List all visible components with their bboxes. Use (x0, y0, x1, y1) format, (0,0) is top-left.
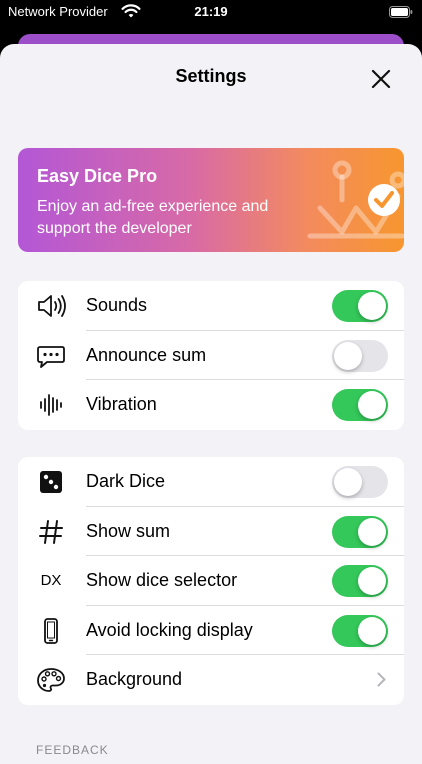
waveform-icon (40, 394, 62, 416)
settings-row-label: Background (86, 669, 183, 689)
settings-row-announce-sum[interactable]: Announce sum (18, 331, 404, 380)
settings-row-show-dice-selector[interactable]: DX Show dice selector (18, 556, 404, 606)
clock: 21:19 (194, 4, 228, 19)
page-title: Settings (175, 66, 247, 86)
dx-icon: DX (40, 572, 62, 589)
promo-title: Easy Dice Pro (37, 166, 158, 186)
sound-settings-group: Sounds Announce sum Vibration (18, 281, 404, 430)
show-sum-toggle[interactable] (332, 515, 388, 548)
settings-row-show-sum[interactable]: Show sum (18, 507, 404, 556)
speech-bubble-icon (37, 345, 65, 368)
settings-row-avoid-locking-display[interactable]: Avoid locking display (18, 606, 404, 655)
show-dice-selector-toggle[interactable] (332, 565, 388, 597)
announce-sum-toggle[interactable] (332, 339, 388, 372)
chevron-right-icon (377, 672, 386, 687)
display-settings-group: Dark Dice Show sum DX Show dice selector (18, 457, 404, 705)
settings-row-background[interactable]: Background (18, 655, 404, 705)
dark-dice-toggle[interactable] (332, 466, 388, 498)
settings-row-label: Show dice selector (86, 570, 238, 590)
pro-upgrade-banner[interactable]: Easy Dice Pro Enjoy an ad-free experienc… (18, 148, 404, 252)
palette-icon (37, 668, 65, 692)
vibration-toggle[interactable] (332, 389, 388, 421)
crown-check-icon (307, 160, 404, 239)
settings-row-label: Vibration (86, 394, 157, 414)
battery-icon (389, 6, 413, 18)
promo-subtitle: Enjoy an ad-free experience and support … (37, 198, 269, 237)
settings-row-label: Avoid locking display (86, 619, 253, 640)
hash-icon (39, 519, 63, 544)
section-header-feedback: FEEDBACK (36, 743, 109, 757)
sounds-toggle[interactable] (332, 290, 388, 322)
settings-sheet: Settings Easy Dice Pro Enjoy an ad-free … (0, 44, 422, 764)
settings-row-label: Announce sum (86, 344, 207, 365)
settings-row-dark-dice[interactable]: Dark Dice (18, 457, 404, 507)
settings-row-label: Sounds (86, 295, 148, 315)
settings-row-vibration[interactable]: Vibration (18, 380, 404, 430)
speaker-icon (38, 295, 66, 317)
settings-row-sounds[interactable]: Sounds (18, 281, 404, 331)
phone-icon (44, 617, 58, 644)
settings-row-label: Show sum (86, 520, 171, 541)
status-bar: Network Provider 21:19 (0, 0, 422, 26)
close-icon[interactable] (366, 64, 396, 94)
settings-row-label: Dark Dice (86, 471, 166, 491)
dice-icon (40, 471, 62, 493)
avoid-locking-toggle[interactable] (332, 614, 388, 647)
